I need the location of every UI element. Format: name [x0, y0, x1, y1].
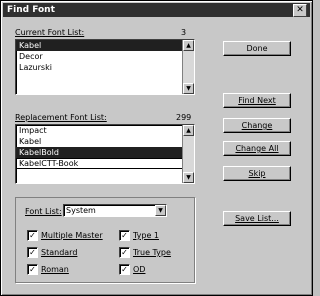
- scroll-up-button[interactable]: ▲: [183, 125, 194, 136]
- scroll-down-button[interactable]: ▼: [183, 83, 194, 94]
- current-font-listbox[interactable]: Kabel Decor Lazurski ▲ ▼: [15, 39, 195, 95]
- scroll-down-button[interactable]: ▼: [183, 172, 194, 183]
- check-icon: ✓: [27, 247, 38, 258]
- current-font-item[interactable]: Lazurski: [16, 62, 194, 73]
- replacement-font-list-label: Replacement Font List:: [15, 113, 107, 122]
- check-icon: ✓: [27, 230, 38, 241]
- checkbox-standard[interactable]: ✓ Standard: [27, 247, 77, 258]
- replacement-font-listbox[interactable]: Impact Kabel KabelBold KabelCTT-Book ▲ ▼: [15, 124, 195, 184]
- font-list-select-value: System: [66, 206, 96, 215]
- check-icon: ✓: [119, 247, 130, 258]
- save-list-button[interactable]: Save List...: [223, 211, 291, 226]
- scroll-down-icon: ▼: [186, 174, 191, 181]
- current-font-count: 3: [181, 28, 187, 37]
- find-next-button[interactable]: Find Next: [223, 93, 291, 108]
- replacement-list-scrollbar[interactable]: ▲ ▼: [182, 125, 194, 183]
- title-bar[interactable]: Find Font ✕: [3, 3, 310, 17]
- replacement-font-item[interactable]: Impact: [16, 125, 194, 136]
- change-all-button[interactable]: Change All: [223, 141, 291, 156]
- check-icon: ✓: [119, 264, 130, 275]
- checkbox-type-1[interactable]: ✓ Type 1: [119, 230, 159, 241]
- scroll-up-button[interactable]: ▲: [183, 40, 194, 51]
- checkbox-label: Type 1: [133, 231, 160, 240]
- checkbox-od[interactable]: ✓ OD: [119, 264, 145, 275]
- checkbox-label: True Type: [133, 248, 171, 257]
- checkbox-label: OD: [133, 265, 146, 274]
- skip-button[interactable]: Skip: [223, 166, 291, 181]
- done-button[interactable]: Done: [223, 41, 291, 56]
- checkbox-label: Standard: [41, 248, 78, 257]
- scroll-down-icon: ▼: [186, 85, 191, 92]
- checkbox-true-type[interactable]: ✓ True Type: [119, 247, 171, 258]
- current-font-item[interactable]: Kabel: [16, 40, 194, 51]
- close-button[interactable]: ✕: [293, 4, 307, 17]
- replacement-font-item[interactable]: KabelCTT-Book: [16, 158, 194, 169]
- current-font-list-label: Current Font List:: [15, 28, 85, 37]
- replacement-font-item[interactable]: Kabel: [16, 136, 194, 147]
- replacement-font-count: 299: [176, 113, 192, 122]
- close-icon: ✕: [296, 5, 304, 15]
- checkbox-roman[interactable]: ✓ Roman: [27, 264, 69, 275]
- checkbox-label: Multiple Master: [41, 231, 103, 240]
- checkbox-multiple-master[interactable]: ✓ Multiple Master: [27, 230, 103, 241]
- check-icon: ✓: [119, 230, 130, 241]
- current-font-item[interactable]: Decor: [16, 51, 194, 62]
- scroll-up-icon: ▲: [186, 42, 191, 49]
- scroll-up-icon: ▲: [186, 127, 191, 134]
- replacement-font-item[interactable]: KabelBold: [16, 147, 194, 158]
- change-button[interactable]: Change: [223, 118, 291, 133]
- check-icon: ✓: [27, 264, 38, 275]
- checkbox-label: Roman: [41, 265, 69, 274]
- dropdown-arrow[interactable]: ▼: [155, 205, 166, 216]
- window-title: Find Font: [7, 5, 55, 15]
- font-list-select[interactable]: System ▼: [63, 204, 167, 217]
- font-list-filter-label: Font List:: [25, 207, 62, 216]
- current-list-scrollbar[interactable]: ▲ ▼: [182, 40, 194, 94]
- chevron-down-icon: ▼: [158, 207, 163, 214]
- find-font-dialog: Find Font ✕ Current Font List: 3 Kabel D…: [0, 0, 313, 296]
